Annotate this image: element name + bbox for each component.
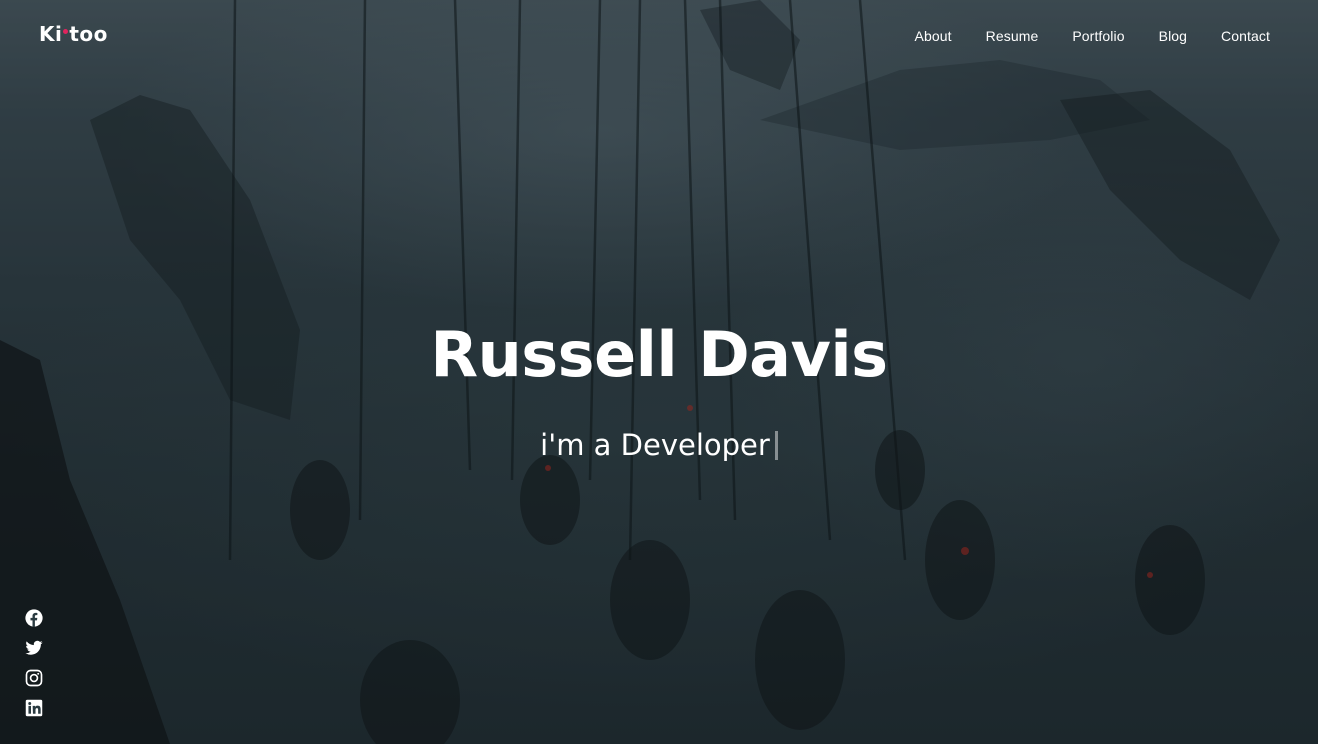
- twitter-link[interactable]: [25, 639, 43, 657]
- logo-text-end: too: [69, 22, 108, 46]
- logo-dot: [63, 29, 69, 34]
- linkedin-icon: [25, 699, 43, 717]
- main-nav: About Resume Portfolio Blog Contact: [915, 28, 1270, 44]
- tagline-text: i'm a Developer: [540, 428, 770, 462]
- hero-section: Ki too About Resume Portfolio Blog Contac…: [0, 0, 1318, 744]
- typing-cursor: [774, 431, 778, 460]
- nav-link-portfolio[interactable]: Portfolio: [1072, 28, 1124, 44]
- nav-link-about[interactable]: About: [915, 28, 952, 44]
- facebook-icon: [25, 609, 43, 627]
- social-links: [25, 609, 43, 717]
- nav-link-resume[interactable]: Resume: [986, 28, 1039, 44]
- twitter-icon: [25, 640, 43, 655]
- hero-name: Russell Davis: [430, 318, 888, 391]
- nav-link-blog[interactable]: Blog: [1159, 28, 1187, 44]
- site-logo[interactable]: Ki too: [39, 22, 108, 46]
- facebook-link[interactable]: [25, 609, 43, 627]
- instagram-icon: [25, 669, 43, 687]
- hero-tagline: i'm a Developer: [0, 428, 1318, 462]
- logo-text-start: Ki: [39, 22, 63, 46]
- nav-link-contact[interactable]: Contact: [1221, 28, 1270, 44]
- instagram-link[interactable]: [25, 669, 43, 687]
- linkedin-link[interactable]: [25, 699, 43, 717]
